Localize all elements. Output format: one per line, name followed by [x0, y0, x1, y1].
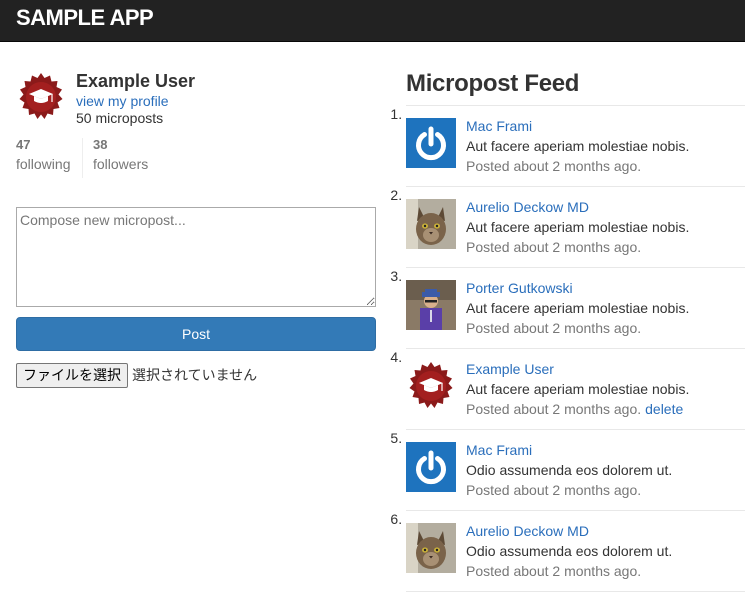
following-label: following — [16, 156, 71, 172]
followers-link[interactable]: 38 followers — [93, 136, 148, 174]
author-link[interactable]: Aurelio Deckow MD — [466, 523, 589, 540]
following-link[interactable]: 47 following — [16, 136, 70, 174]
micropost-timestamp: Posted about 2 months ago. — [466, 563, 642, 579]
app-logo[interactable]: SAMPLE APP — [16, 5, 154, 31]
feed-item: Aurelio Deckow MD Aut facere aperiam mol… — [406, 187, 745, 268]
user-name: Example User — [76, 71, 196, 91]
micropost-timestamp: Posted about 2 months ago. — [466, 482, 642, 498]
choose-file-button[interactable]: ファイルを選択 — [16, 362, 128, 388]
feed-item: Mac Frami Aut facere aperiam molestiae n… — [406, 106, 745, 187]
file-status-text: 選択されていません — [132, 368, 258, 384]
cat-photo[interactable] — [406, 199, 456, 249]
user-info: Example User view my profile 50 micropos… — [16, 70, 376, 126]
micropost-timestamp: Posted about 2 months ago. — [466, 320, 642, 336]
feed-item: Example User Aut facere aperiam molestia… — [406, 349, 745, 430]
micropost-content: Aut facere aperiam molestiae nobis. — [466, 138, 690, 154]
micropost-timestamp: Posted about 2 months ago. delete — [466, 401, 683, 418]
navbar: SAMPLE APP — [0, 0, 745, 42]
timestamp-text: Posted about 2 months ago. — [466, 401, 642, 417]
delete-link[interactable]: delete — [645, 401, 683, 417]
micropost-count: 50 microposts — [76, 110, 164, 126]
micropost-timestamp: Posted about 2 months ago. — [466, 158, 642, 174]
micropost-timestamp: Posted about 2 months ago. — [466, 239, 642, 255]
micropost-content: Aut facere aperiam molestiae nobis. — [466, 300, 690, 316]
micropost-feed: Mac Frami Aut facere aperiam molestiae n… — [406, 105, 745, 592]
view-profile-link[interactable]: view my profile — [76, 93, 169, 110]
following-count: 47 — [16, 137, 31, 152]
author-link[interactable]: Porter Gutkowski — [466, 280, 573, 297]
feed-item: Aurelio Deckow MD Odio assumenda eos dol… — [406, 511, 745, 592]
followers-label: followers — [93, 156, 149, 172]
feed-item: Mac Frami Odio assumenda eos dolorem ut.… — [406, 430, 745, 511]
micropost-content: Odio assumenda eos dolorem ut. — [466, 462, 673, 478]
post-button[interactable]: Post — [16, 317, 376, 351]
person-photo[interactable] — [406, 280, 456, 330]
micropost-compose-field[interactable] — [16, 207, 376, 307]
feed-item: Porter Gutkowski Aut facere aperiam mole… — [406, 268, 745, 349]
graduation-seal-icon[interactable] — [16, 72, 66, 122]
micropost-content: Aut facere aperiam molestiae nobis. — [466, 219, 690, 235]
power-icon[interactable] — [406, 118, 456, 168]
user-stats: 47 following 38 followers — [16, 136, 196, 178]
graduation-seal-icon[interactable] — [406, 361, 456, 411]
cat-photo[interactable] — [406, 523, 456, 573]
author-link[interactable]: Mac Frami — [466, 118, 532, 135]
stats-divider — [82, 138, 83, 178]
feed-title: Micropost Feed — [406, 70, 580, 97]
micropost-content: Odio assumenda eos dolorem ut. — [466, 543, 673, 559]
file-input: ファイルを選択 選択されていません — [16, 362, 257, 388]
followers-count: 38 — [93, 137, 108, 152]
micropost-content: Aut facere aperiam molestiae nobis. — [466, 381, 690, 397]
author-link[interactable]: Example User — [466, 361, 554, 378]
author-link[interactable]: Mac Frami — [466, 442, 532, 459]
author-link[interactable]: Aurelio Deckow MD — [466, 199, 589, 216]
power-icon[interactable] — [406, 442, 456, 492]
